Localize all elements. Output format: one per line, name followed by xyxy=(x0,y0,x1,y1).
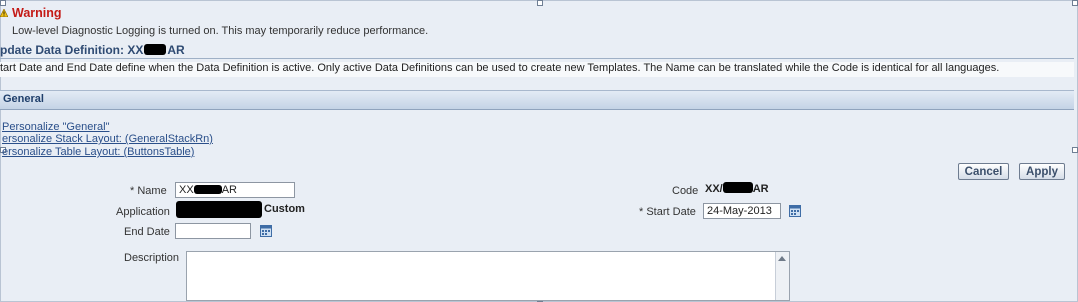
resize-handle xyxy=(1072,147,1078,153)
required-mark: * xyxy=(639,206,644,218)
description-scrollbar[interactable] xyxy=(775,252,789,300)
resize-handle xyxy=(537,0,543,6)
start-date-label: * Start Date xyxy=(639,206,696,218)
page-title: pdate Data Definition: XX AR xyxy=(0,43,185,57)
warning-message: Low-level Diagnostic Logging is turned o… xyxy=(12,25,429,37)
info-text: tart Date and End Date define when the D… xyxy=(0,62,1074,77)
code-value-suffix: AR xyxy=(752,183,769,195)
resize-handle xyxy=(0,0,6,6)
name-label-text: Name xyxy=(137,185,167,197)
page-title-text: pdate Data Definition: XX xyxy=(0,43,144,57)
name-value-prefix: XX xyxy=(179,184,194,196)
redaction xyxy=(722,182,753,193)
apply-button[interactable]: Apply xyxy=(1019,163,1065,180)
calendar-icon[interactable] xyxy=(260,225,272,237)
resize-handle xyxy=(1072,0,1078,6)
personalize-stack-layout-link[interactable]: ersonalize Stack Layout: (GeneralStackRn… xyxy=(2,133,213,145)
end-date-label: End Date xyxy=(124,226,170,238)
description-label: Description xyxy=(124,252,180,264)
required-mark: * xyxy=(130,185,135,197)
start-date-field[interactable] xyxy=(703,203,781,219)
warning-title: Warning xyxy=(12,6,62,20)
redaction xyxy=(144,44,167,55)
name-value-suffix: AR xyxy=(221,184,237,196)
page-title-suffix: AR xyxy=(167,43,185,57)
divider xyxy=(0,58,1074,59)
code-value: XX/AR xyxy=(705,182,769,195)
start-date-label-text: Start Date xyxy=(646,206,696,218)
name-label: * Name xyxy=(130,185,167,197)
end-date-field[interactable] xyxy=(175,223,251,239)
application-label: Application xyxy=(116,206,170,218)
personalize-general-link[interactable]: Personalize "General" xyxy=(2,121,109,133)
cancel-button[interactable]: Cancel xyxy=(958,163,1009,180)
description-textarea[interactable] xyxy=(186,251,790,301)
code-label: Code xyxy=(672,185,699,197)
name-field[interactable]: XX AR xyxy=(175,182,295,198)
application-value: Custom xyxy=(264,203,305,215)
redaction xyxy=(176,201,262,218)
redaction xyxy=(193,185,222,194)
general-header-title: General xyxy=(3,93,44,105)
warning-icon xyxy=(0,9,8,17)
personalize-table-layout-link[interactable]: ersonalize Table Layout: (ButtonsTable) xyxy=(2,146,194,158)
calendar-icon[interactable] xyxy=(789,205,801,217)
code-value-prefix: XX/ xyxy=(705,183,723,195)
scroll-up-icon[interactable] xyxy=(778,256,786,261)
general-section-header: General xyxy=(0,90,1074,110)
